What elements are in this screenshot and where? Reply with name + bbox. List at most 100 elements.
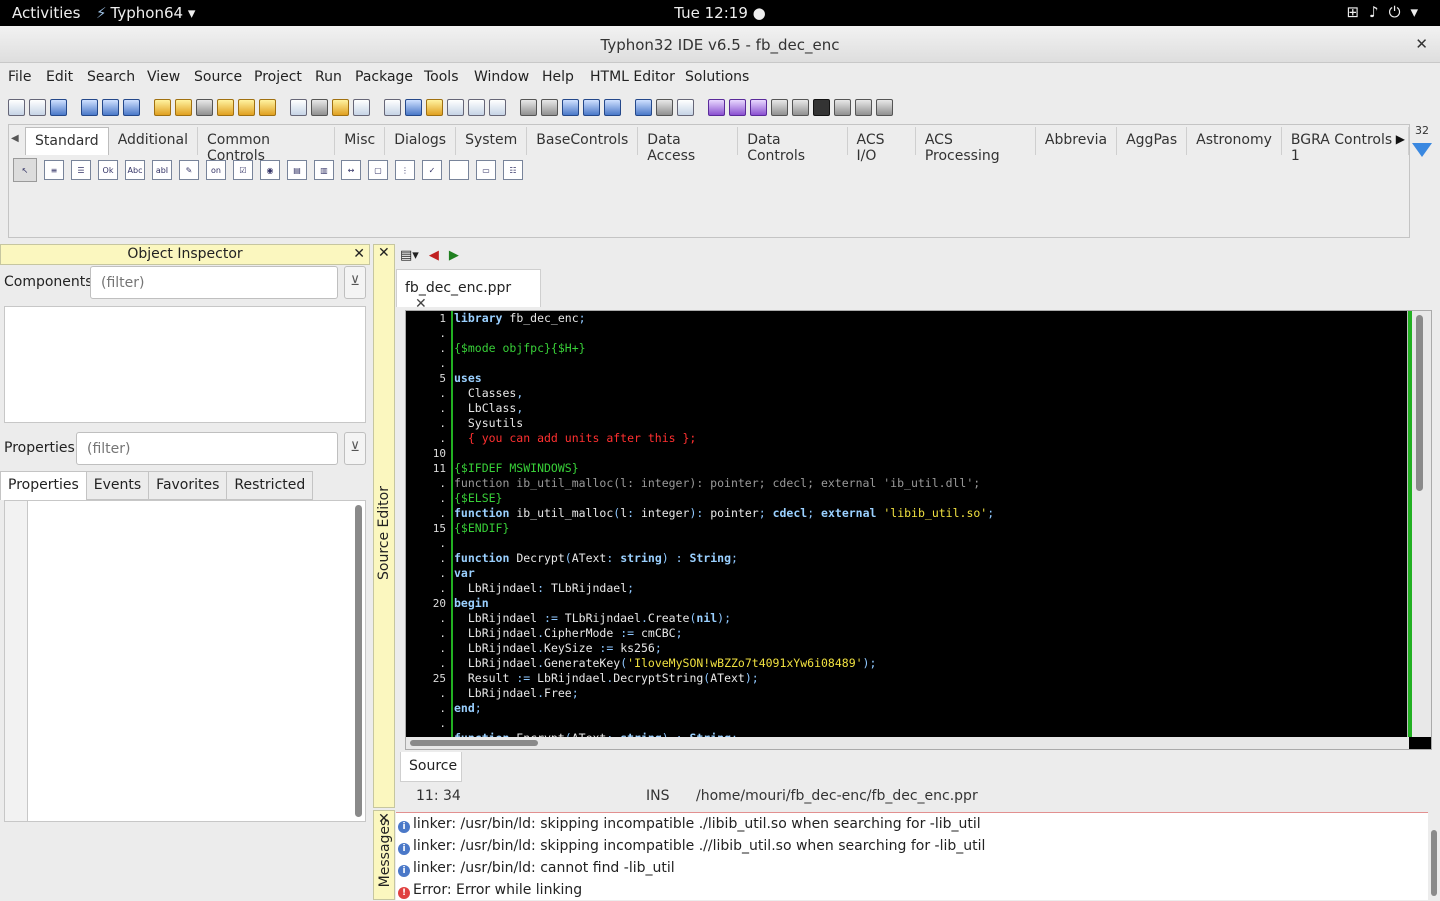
tcheckbox-icon[interactable]: ☑ xyxy=(233,160,253,180)
palette-tab-acs-processing[interactable]: ACS Processing xyxy=(916,127,1036,164)
tlabel-icon[interactable]: Abc xyxy=(125,160,145,180)
palette-tab-data-controls[interactable]: Data Controls xyxy=(738,127,848,164)
editor-menu-icon[interactable]: ▤▾ xyxy=(400,248,419,263)
toggle-form-unit-icon[interactable] xyxy=(489,98,506,116)
palette-tab-standard[interactable]: Standard xyxy=(25,127,109,155)
components-filter-input[interactable] xyxy=(90,266,338,299)
project-inspector-icon[interactable] xyxy=(384,98,401,116)
tcombobox-icon[interactable]: ▥ xyxy=(314,160,334,180)
message-item[interactable]: ! Error: Error while linking xyxy=(396,879,1428,901)
step-out-icon[interactable] xyxy=(876,98,893,116)
install-icon[interactable] xyxy=(238,98,255,116)
find-in-files-icon[interactable] xyxy=(123,98,140,116)
source-editor-close-button[interactable]: ✕ xyxy=(378,245,390,261)
arrow-down-icon[interactable] xyxy=(1412,143,1432,157)
menu-file[interactable]: File xyxy=(8,69,31,85)
tframe-icon[interactable]: ▭ xyxy=(476,160,496,180)
palette-tab-abbrevia[interactable]: Abbrevia xyxy=(1036,127,1118,155)
view-units-dropdown-icon[interactable] xyxy=(290,98,307,116)
message-item[interactable]: i linker: /usr/bin/ld: skipping incompati… xyxy=(396,813,1428,835)
code-tools-icon[interactable] xyxy=(583,98,600,116)
menu-view[interactable]: View xyxy=(147,69,180,85)
palette-tab-acs-io[interactable]: ACS I/O xyxy=(848,127,916,164)
messages-scroll-thumb[interactable] xyxy=(1431,830,1437,896)
menu-search[interactable]: Search xyxy=(87,69,135,85)
menu-source[interactable]: Source xyxy=(194,69,242,85)
palette-tab-dialogs[interactable]: Dialogs xyxy=(385,127,457,155)
app-menu[interactable]: ⚡ Typhon64 ▾ xyxy=(96,4,195,22)
palette-tab-astronomy[interactable]: Astronomy xyxy=(1187,127,1282,155)
view-units-icon[interactable] xyxy=(447,98,464,116)
menu-package[interactable]: Package xyxy=(355,69,413,85)
tab-events[interactable]: Events xyxy=(86,471,150,500)
step-over-icon[interactable] xyxy=(855,98,872,116)
package-icon[interactable] xyxy=(217,98,234,116)
new-form-icon[interactable] xyxy=(29,98,46,116)
environment-icon[interactable] xyxy=(604,98,621,116)
palette-tab-bgra-controls-1[interactable]: BGRA Controls 1 xyxy=(1282,127,1409,164)
tab-restricted[interactable]: Restricted xyxy=(227,471,314,500)
settings-gear-icon[interactable] xyxy=(708,98,725,116)
save-icon[interactable] xyxy=(311,98,328,116)
find-next-icon[interactable] xyxy=(102,98,119,116)
tab-properties[interactable]: Properties xyxy=(0,471,87,500)
editor-tab-fb-dec-enc[interactable]: fb_dec_enc.ppr ✕ xyxy=(396,269,541,312)
view-forms-icon[interactable] xyxy=(468,98,485,116)
tmemo-icon[interactable]: ✎ xyxy=(179,160,199,180)
run-params-dropdown-icon[interactable] xyxy=(771,98,788,116)
menu-window[interactable]: Window xyxy=(474,69,529,85)
window-close-button[interactable]: ✕ xyxy=(1415,35,1428,53)
component-gear-icon[interactable] xyxy=(729,98,746,116)
editor-hscroll-thumb[interactable] xyxy=(410,740,538,746)
new-unit-icon[interactable] xyxy=(8,98,25,116)
pause-icon[interactable] xyxy=(792,98,809,116)
palette-size-control[interactable]: 32 xyxy=(1410,124,1434,157)
messages-scrollbar[interactable] xyxy=(1428,812,1440,900)
menu-edit[interactable]: Edit xyxy=(46,69,73,85)
project-options-icon[interactable] xyxy=(405,98,422,116)
tab-source[interactable]: Source xyxy=(400,752,462,782)
editor-vertical-scrollbar[interactable] xyxy=(1407,311,1431,737)
tactionlist-icon[interactable]: ☷ xyxy=(503,160,523,180)
find-icon[interactable] xyxy=(81,98,98,116)
tmainmenu-icon[interactable]: ≡ xyxy=(44,160,64,180)
property-grid[interactable] xyxy=(4,500,366,822)
selection-pointer-icon[interactable]: ↖ xyxy=(13,158,37,182)
build-icon[interactable] xyxy=(154,98,171,116)
system-tray[interactable]: ⊞♪⏻▾ xyxy=(1346,3,1428,21)
activities-button[interactable]: Activities xyxy=(12,4,80,22)
tradiobutton-icon[interactable]: ◉ xyxy=(260,160,280,180)
menu-solutions[interactable]: Solutions xyxy=(685,69,749,85)
editor-options-icon[interactable] xyxy=(562,98,579,116)
add-to-project-icon[interactable] xyxy=(426,98,443,116)
compile-icon[interactable] xyxy=(175,98,192,116)
stop-icon[interactable] xyxy=(813,98,830,116)
debug-icon[interactable] xyxy=(520,98,537,116)
waves-icon[interactable] xyxy=(635,98,652,116)
message-item[interactable]: i linker: /usr/bin/ld: skipping incompati… xyxy=(396,835,1428,857)
run-icon[interactable] xyxy=(750,98,767,116)
tscrollbar-icon[interactable]: ↔ xyxy=(341,160,361,180)
palette-tab-data-access[interactable]: Data Access xyxy=(638,127,739,164)
save-all-icon[interactable] xyxy=(332,98,349,116)
palette-tab-common-controls[interactable]: Common Controls xyxy=(198,127,336,164)
palette-scroll-left-icon[interactable]: ◀ xyxy=(11,133,19,144)
properties-clear-filter-button[interactable]: ⊻ xyxy=(344,432,366,465)
tab-favorites[interactable]: Favorites xyxy=(149,471,228,500)
watch-icon[interactable] xyxy=(541,98,558,116)
menu-help[interactable]: Help xyxy=(542,69,574,85)
close-file-icon[interactable] xyxy=(353,98,370,116)
components-clear-filter-button[interactable]: ⊻ xyxy=(344,266,366,299)
editor-vscroll-thumb[interactable] xyxy=(1416,315,1423,491)
open-icon[interactable] xyxy=(50,98,67,116)
message-item[interactable]: i linker: /usr/bin/ld: cannot find -lib_u… xyxy=(396,857,1428,879)
code-text[interactable]: library fb_dec_enc; {$mode objfpc}{$H+} us… xyxy=(454,311,1406,745)
property-grid-scrollbar[interactable] xyxy=(355,505,362,817)
palette-tab-aggpas[interactable]: AggPas xyxy=(1117,127,1188,155)
jump-back-icon[interactable]: ◀ xyxy=(429,248,439,263)
layout-dropdown-icon[interactable] xyxy=(677,98,694,116)
code-editor[interactable]: 1... 5.... 10 11... 15.... 20.... 25.... libra… xyxy=(405,310,1432,750)
tgroupbox-icon[interactable]: ▢ xyxy=(368,160,388,180)
object-inspector-close-button[interactable]: ✕ xyxy=(353,246,365,262)
menu-tools[interactable]: Tools xyxy=(424,69,459,85)
